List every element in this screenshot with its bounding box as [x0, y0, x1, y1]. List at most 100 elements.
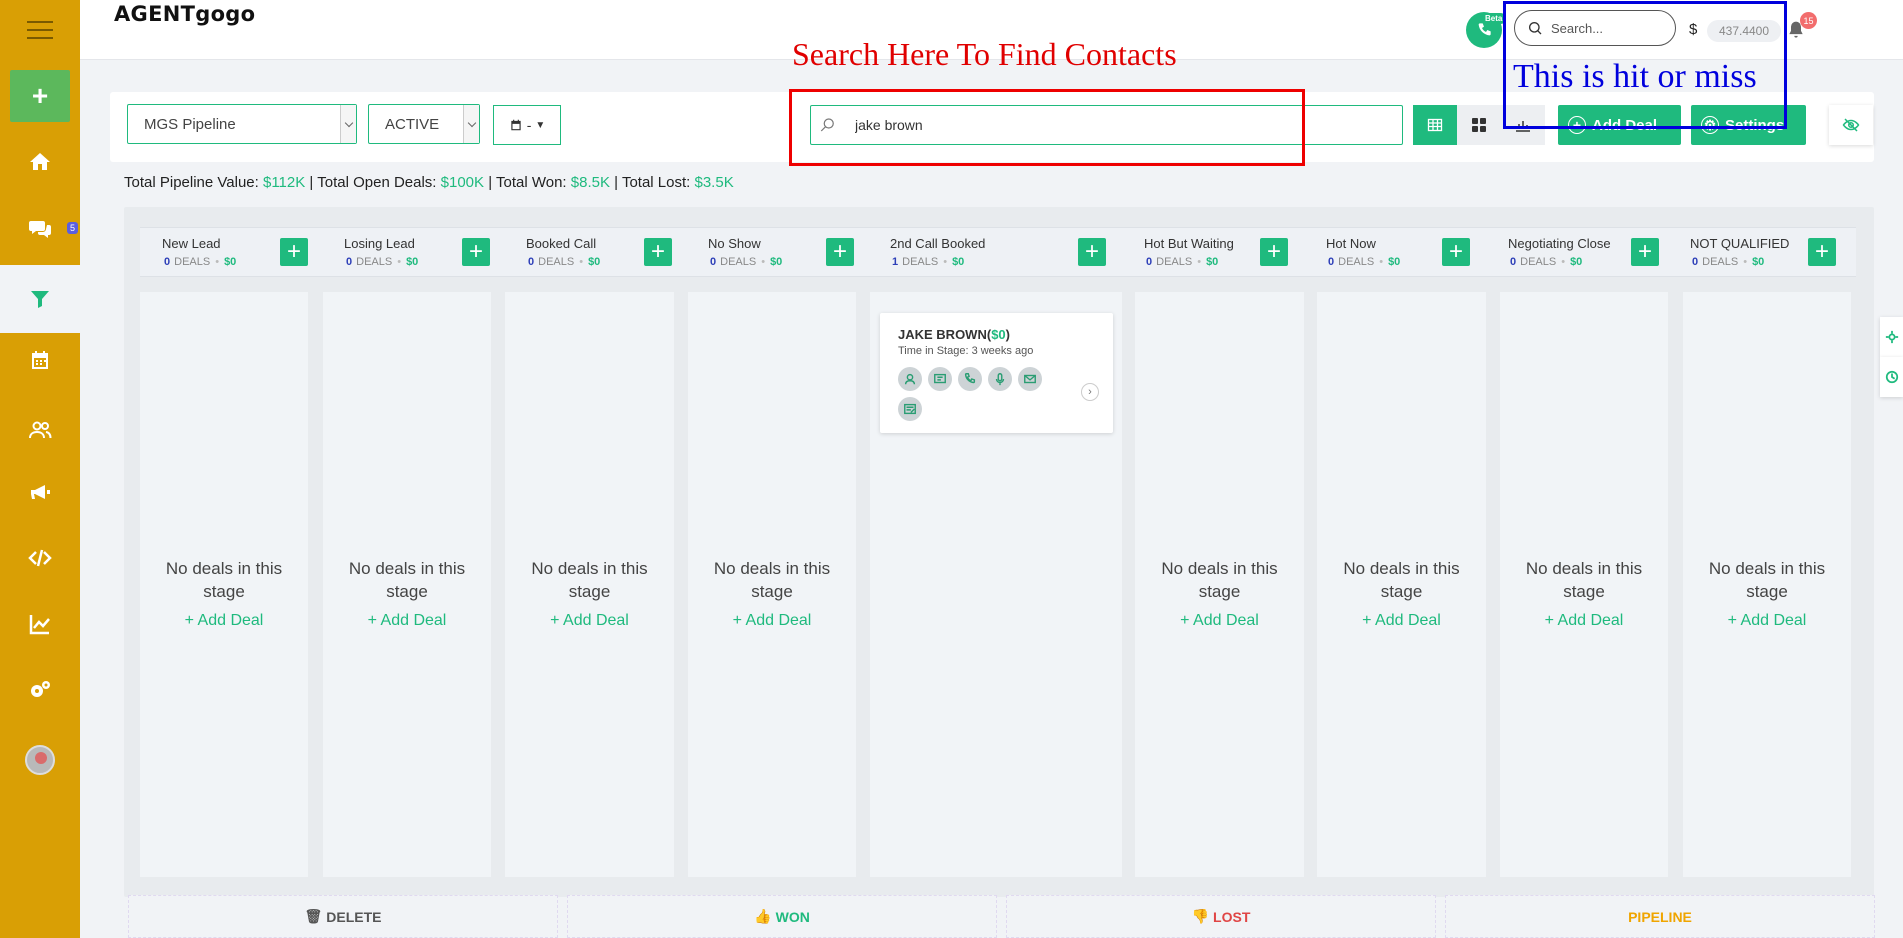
stage-add-deal-button[interactable]: +	[462, 238, 490, 266]
stage-header: New Lead 0 DEALS • $0 +	[140, 227, 334, 277]
add-deal-link[interactable]: + Add Deal	[323, 609, 491, 632]
add-deal-link[interactable]: + Add Deal	[1135, 609, 1304, 632]
phone-icon[interactable]	[958, 367, 982, 391]
deal-title[interactable]: JAKE BROWN($0)	[898, 327, 1010, 342]
empty-text-line2: stage	[1198, 582, 1241, 601]
stage-deal-count: 0	[1328, 256, 1335, 268]
pipeline-drop-zone[interactable]: PIPELINE	[1445, 895, 1875, 938]
total-open-value: $100K	[440, 174, 485, 191]
stage-column: No deals in this stage + Add Deal	[688, 292, 856, 877]
menu-toggle-button[interactable]	[0, 0, 80, 60]
stage-header: Negotiating Close 0 DEALS • $0 +	[1486, 227, 1680, 277]
sidebar-item-calendar[interactable]	[0, 330, 80, 390]
sidebar-item-settings[interactable]	[0, 660, 80, 720]
add-deal-link[interactable]: + Add Deal	[1500, 609, 1668, 632]
pipeline-label: PIPELINE	[1628, 908, 1692, 925]
stage-deal-count: 0	[1510, 256, 1517, 268]
chevron-right-icon[interactable]: ›	[1081, 383, 1099, 401]
stage-add-deal-button[interactable]: +	[826, 238, 854, 266]
total-lost-value: $3.5K	[694, 174, 734, 191]
add-deal-link[interactable]: + Add Deal	[1317, 609, 1486, 632]
stage-add-deal-button[interactable]: +	[1442, 238, 1470, 266]
stage-add-deal-button[interactable]: +	[1808, 238, 1836, 266]
stage-meta: 0 DEALS • $0	[164, 256, 236, 268]
sms-icon[interactable]	[928, 367, 952, 391]
empty-text-line2: stage	[1380, 582, 1423, 601]
annotation-hit-or-miss: This is hit or miss	[1513, 58, 1757, 95]
thumbs-up-icon: 👍	[754, 908, 772, 924]
calendar-icon	[32, 351, 48, 369]
sidebar-item-contacts[interactable]	[0, 400, 80, 460]
pipeline-select[interactable]: MGS Pipeline	[127, 104, 357, 144]
sidebar-item-sites[interactable]	[0, 528, 80, 588]
stage-name: Booked Call	[526, 236, 597, 251]
empty-stage-message: No deals in this stage + Add Deal	[1135, 557, 1304, 632]
conversations-badge: 5	[66, 222, 78, 234]
sidebar-item-home[interactable]	[0, 132, 80, 192]
deals-word: DEALS	[1702, 256, 1739, 268]
phone-icon	[1478, 23, 1491, 36]
stage-add-deal-button[interactable]: +	[1631, 238, 1659, 266]
date-filter-button[interactable]: - ▼	[493, 105, 561, 145]
side-settings-tab[interactable]	[1880, 317, 1903, 357]
empty-text-line2: stage	[1746, 582, 1788, 601]
stage-add-deal-button[interactable]: +	[1078, 238, 1106, 266]
stage-header: Hot Now 0 DEALS • $0 +	[1304, 227, 1498, 277]
sidebar-item-opportunities[interactable]	[0, 265, 80, 333]
stage-amount: $0	[1752, 256, 1765, 268]
stage-amount: $0	[1570, 256, 1583, 268]
sidebar-item-reporting[interactable]	[0, 594, 80, 654]
contact-icon[interactable]	[898, 367, 922, 391]
table-icon	[1427, 118, 1443, 132]
stage-amount: $0	[952, 256, 965, 268]
total-won-label: Total Won:	[496, 174, 567, 191]
dot-separator: •	[1561, 256, 1566, 268]
status-select[interactable]: ACTIVE	[368, 104, 480, 144]
side-history-tab[interactable]	[1880, 357, 1903, 397]
stage-add-deal-button[interactable]: +	[280, 238, 308, 266]
grid-view-button[interactable]	[1457, 105, 1501, 145]
sidebar-item-profile[interactable]	[0, 730, 80, 790]
email-icon[interactable]	[1018, 367, 1042, 391]
plus-icon: +	[31, 80, 49, 111]
deal-card[interactable]: JAKE BROWN($0) Time in Stage: 3 weeks ag…	[880, 313, 1113, 433]
sidebar: + 5	[0, 0, 80, 938]
lost-drop-zone[interactable]: 👎 LOST	[1006, 895, 1436, 938]
stage-add-deal-button[interactable]: +	[644, 238, 672, 266]
deals-word: DEALS	[1156, 256, 1193, 268]
list-view-button[interactable]	[1413, 105, 1457, 145]
won-drop-zone[interactable]: 👍 WON	[567, 895, 997, 938]
stage-column: No deals in this stage + Add Deal	[1500, 292, 1668, 877]
annotation-search-hint: Search Here To Find Contacts	[792, 36, 1177, 72]
lost-label: LOST	[1213, 908, 1251, 925]
stage-name: No Show	[708, 236, 761, 251]
stage-add-deal-button[interactable]: +	[1260, 238, 1288, 266]
stage-amount: $0	[1206, 256, 1219, 268]
app-logo: AGENTgogo	[114, 2, 256, 26]
sidebar-item-conversations[interactable]: 5	[0, 198, 80, 258]
stage-deal-count: 0	[1146, 256, 1153, 268]
total-open-label: Total Open Deals:	[317, 174, 437, 191]
stage-header: Booked Call 0 DEALS • $0 +	[504, 227, 698, 277]
stage-deal-count: 0	[164, 256, 171, 268]
total-pipeline-label: Total Pipeline Value:	[124, 174, 259, 191]
add-deal-link[interactable]: + Add Deal	[1683, 609, 1851, 632]
empty-stage-message: No deals in this stage + Add Deal	[688, 557, 856, 632]
add-deal-link[interactable]: + Add Deal	[140, 609, 308, 632]
chevron-down-icon	[340, 105, 356, 143]
quick-add-button[interactable]: +	[10, 70, 70, 122]
microphone-icon[interactable]	[988, 367, 1012, 391]
sidebar-item-marketing[interactable]	[0, 462, 80, 522]
thumbs-down-icon: 👎	[1191, 908, 1210, 924]
toggle-visibility-button[interactable]	[1829, 105, 1873, 145]
empty-stage-message: No deals in this stage + Add Deal	[505, 557, 674, 632]
delete-drop-zone[interactable]: 🗑 DELETE	[128, 895, 558, 938]
deals-word: DEALS	[538, 256, 575, 268]
add-deal-link[interactable]: + Add Deal	[688, 609, 856, 632]
notes-icon[interactable]	[898, 397, 922, 421]
hamburger-icon	[27, 15, 53, 45]
stage-header: No Show 0 DEALS • $0 +	[686, 227, 880, 277]
caret-down-icon: ▼	[535, 119, 546, 131]
add-deal-link[interactable]: + Add Deal	[505, 609, 674, 632]
clock-icon	[1885, 370, 1898, 384]
